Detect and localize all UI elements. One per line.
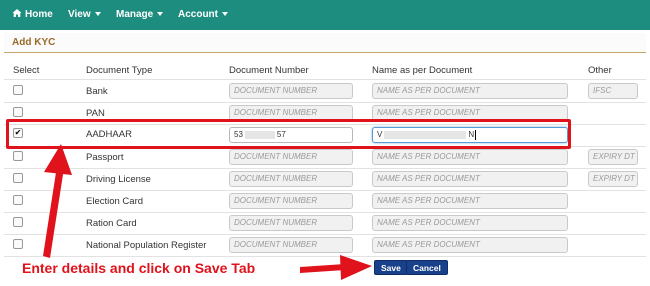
instruction-callout: Enter details and click on Save Tab — [22, 260, 256, 276]
arrow-up-icon — [43, 166, 64, 258]
arrow-right-icon — [300, 264, 345, 273]
arrow-right-head — [340, 255, 372, 280]
annotation-arrows — [43, 144, 372, 280]
arrow-up-head — [44, 144, 72, 175]
